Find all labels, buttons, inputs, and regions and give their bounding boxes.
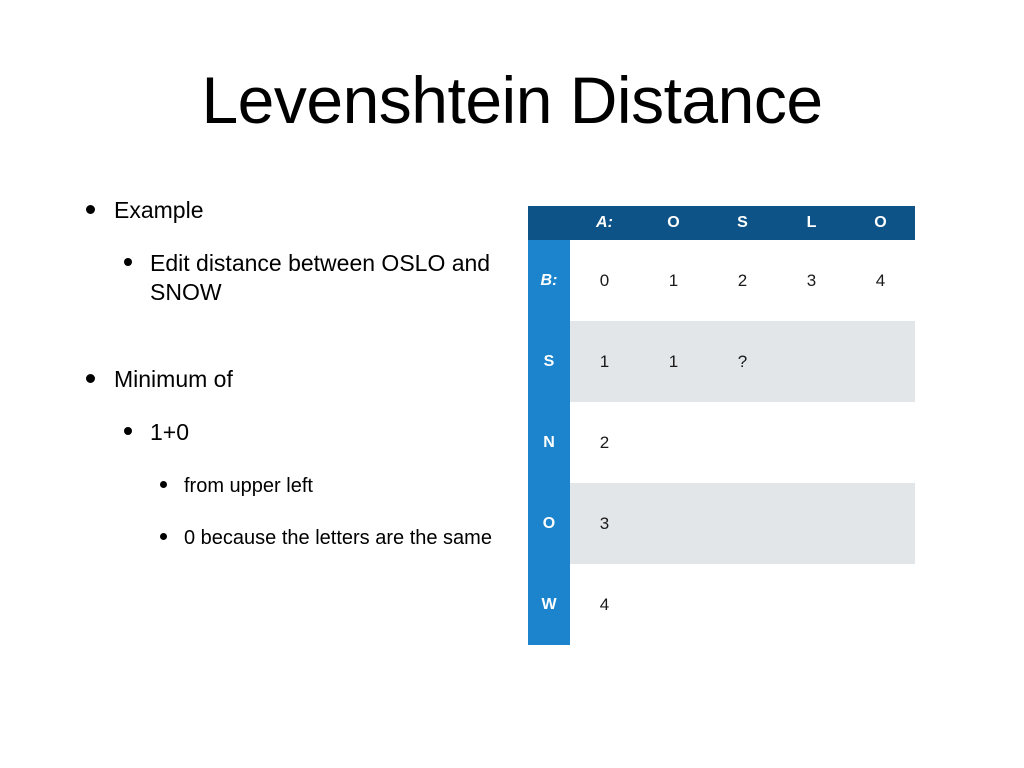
bullet-dot-icon (86, 205, 95, 214)
bullet-minimum-of-label: Minimum of (114, 366, 233, 392)
table-row: W 4 (528, 564, 915, 645)
matrix-cell-r4c3 (777, 564, 846, 645)
bullet-dot-icon (160, 533, 167, 540)
matrix-cell-r2c0: 2 (570, 402, 639, 483)
matrix-header-row: A: O S L O (528, 206, 915, 240)
matrix-cell-r2c4 (846, 402, 915, 483)
bullet-one-plus-zero: 1+0 (74, 418, 504, 447)
bullet-edit-distance: Edit distance between OSLO and SNOW (74, 249, 504, 307)
matrix-corner-cell (528, 206, 570, 240)
levenshtein-matrix: A: O S L O B: 0 1 2 3 4 S 1 1 ? N 2 O 3 … (528, 206, 915, 645)
bullet-zero-same-letters: 0 because the letters are the same (74, 525, 504, 551)
matrix-cell-r2c2 (708, 402, 777, 483)
matrix-cell-r0c0: 0 (570, 240, 639, 321)
matrix-cell-r0c3: 3 (777, 240, 846, 321)
page-title: Levenshtein Distance (201, 63, 823, 137)
matrix-cell-r3c3 (777, 483, 846, 564)
matrix-cell-r2c1 (639, 402, 708, 483)
matrix-header: A: O S L O (528, 206, 915, 240)
bullet-one-plus-zero-label: 1+0 (150, 419, 190, 445)
matrix-row-label-4: W (528, 564, 570, 645)
bullet-dot-icon (86, 374, 95, 383)
matrix-cell-r1c2: ? (708, 321, 777, 402)
matrix-row-label-1: S (528, 321, 570, 402)
matrix-cell-r3c4 (846, 483, 915, 564)
bullet-dot-icon (160, 481, 167, 488)
matrix-cell-r2c3 (777, 402, 846, 483)
matrix-cell-r3c2 (708, 483, 777, 564)
matrix-row-label-3: O (528, 483, 570, 564)
matrix-row-label-2: N (528, 402, 570, 483)
matrix-cell-r0c1: 1 (639, 240, 708, 321)
bullet-edit-distance-label: Edit distance between OSLO and SNOW (150, 250, 491, 305)
bullet-from-upper-left: from upper left (74, 473, 504, 499)
matrix-col-header-2: S (708, 206, 777, 240)
matrix-cell-r1c4 (846, 321, 915, 402)
bullet-body: Example Edit distance between OSLO and S… (74, 196, 504, 551)
table-row: B: 0 1 2 3 4 (528, 240, 915, 321)
matrix-cell-r1c0: 1 (570, 321, 639, 402)
matrix-cell-r1c3 (777, 321, 846, 402)
matrix-col-header-4: O (846, 206, 915, 240)
matrix-cell-r4c0: 4 (570, 564, 639, 645)
bullet-minimum-of: Minimum of (74, 365, 504, 394)
table-row: N 2 (528, 402, 915, 483)
matrix-body: B: 0 1 2 3 4 S 1 1 ? N 2 O 3 W 4 (528, 240, 915, 645)
bullet-from-upper-left-label: from upper left (184, 475, 313, 497)
matrix-cell-r4c1 (639, 564, 708, 645)
table-row: S 1 1 ? (528, 321, 915, 402)
matrix-cell-r0c2: 2 (708, 240, 777, 321)
table-row: O 3 (528, 483, 915, 564)
matrix-cell-r4c4 (846, 564, 915, 645)
matrix-col-header-0: A: (570, 206, 639, 240)
bullet-dot-icon (124, 258, 132, 266)
matrix-cell-r4c2 (708, 564, 777, 645)
bullet-zero-same-letters-label: 0 because the letters are the same (184, 527, 492, 549)
matrix-cell-r1c1: 1 (639, 321, 708, 402)
matrix-cell-r3c0: 3 (570, 483, 639, 564)
bullet-example: Example (74, 196, 504, 225)
matrix-cell-r3c1 (639, 483, 708, 564)
bullet-dot-icon (124, 427, 132, 435)
matrix-row-label-0: B: (528, 240, 570, 321)
matrix-col-header-3: L (777, 206, 846, 240)
matrix-cell-r0c4: 4 (846, 240, 915, 321)
bullet-example-label: Example (114, 197, 204, 223)
matrix-col-header-1: O (639, 206, 708, 240)
